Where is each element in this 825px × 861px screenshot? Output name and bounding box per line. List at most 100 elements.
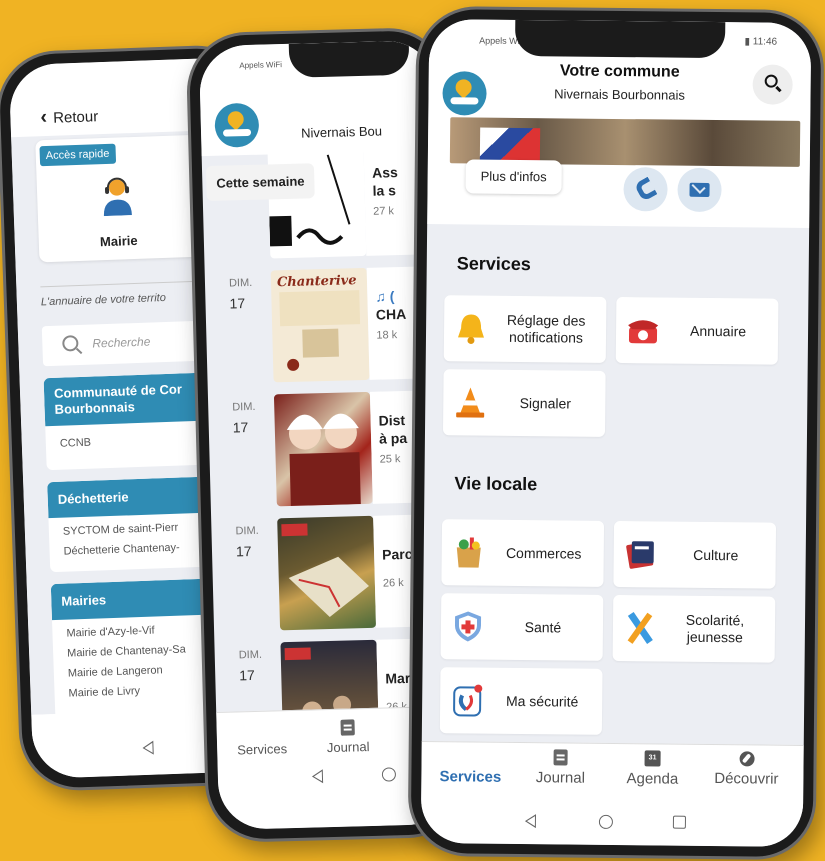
event-distance: 18 k: [376, 329, 398, 342]
event-date: 17: [232, 419, 249, 436]
directory-title: L'annuaire de votre territo: [40, 291, 167, 309]
calendar-icon: 31: [644, 750, 661, 767]
more-info-button[interactable]: Plus d'infos: [465, 159, 562, 195]
traffic-cone-icon: [456, 387, 485, 418]
document-icon: [553, 749, 568, 766]
header-subtitle: Nivernais Bou: [300, 123, 383, 141]
grid-icon: [463, 748, 479, 764]
tile-label: Commerces: [505, 544, 582, 562]
event-thumbnail: [277, 515, 377, 631]
section-title-services: Services: [456, 253, 531, 275]
status-time: ▮ 11:46: [744, 36, 778, 48]
nav-label: Agenda: [626, 770, 679, 788]
back-label: Retour: [52, 108, 99, 127]
tile-commerces[interactable]: Commerces: [441, 519, 605, 587]
tile-signaler[interactable]: Signaler: [442, 369, 606, 437]
emergency-call-icon: [453, 684, 483, 717]
status-carrier: Appels WiFi: [239, 60, 283, 71]
nav-label: Services: [439, 768, 502, 786]
grid-icon: [253, 722, 269, 738]
search-button[interactable]: [752, 64, 793, 105]
app-header: Appels WiFi ▮ 11:46 Votre commune Nivern…: [427, 19, 812, 229]
event-item[interactable]: DIM. 17 Chanterive ♫ (CHA 18 k: [205, 265, 444, 386]
app-logo-icon: [214, 102, 260, 148]
back-nav-icon[interactable]: [524, 814, 537, 829]
search-icon: [62, 335, 79, 352]
nav-label: Services: [237, 741, 288, 758]
book-icon: [626, 541, 654, 569]
event-distance: 27 k: [373, 205, 395, 218]
event-day: DIM.: [235, 524, 259, 538]
tile-label: Scolarité, jeunesse: [685, 611, 745, 646]
phone-icon: [633, 176, 658, 202]
event-title: Parc: [381, 545, 413, 563]
nav-journal[interactable]: Journal: [525, 749, 595, 787]
email-button[interactable]: [677, 167, 722, 213]
notch: [514, 19, 726, 59]
event-title: ♫ (CHA: [375, 288, 407, 323]
nav-services[interactable]: Services: [226, 721, 297, 758]
phone-front-screen: Appels WiFi ▮ 11:46 Votre commune Nivern…: [420, 19, 812, 847]
tile-sante[interactable]: Santé: [440, 593, 604, 661]
tile-label: Signaler: [519, 394, 572, 412]
telephone-icon: [628, 320, 659, 344]
health-shield-icon: [454, 611, 482, 642]
back-nav-icon[interactable]: [142, 740, 154, 756]
search-placeholder: Recherche: [92, 334, 151, 351]
chevron-left-icon: ‹: [40, 105, 48, 129]
home-nav-icon[interactable]: [598, 814, 613, 829]
tile-label: Ma sécurité: [505, 692, 579, 710]
tile-label: Culture: [693, 546, 739, 563]
event-distance: 25 k: [379, 453, 401, 466]
tile-scolarite[interactable]: Scolarité, jeunesse: [612, 594, 776, 663]
nav-decouvrir[interactable]: Découvrir: [703, 751, 789, 788]
week-tab[interactable]: Cette semaine: [205, 163, 315, 202]
search-icon: [764, 74, 778, 88]
home-nav-icon[interactable]: [381, 767, 397, 782]
event-distance: 26 k: [382, 577, 404, 590]
nav-services[interactable]: Services: [435, 748, 505, 786]
event-title: Mar: [385, 669, 411, 687]
system-nav-bar: [421, 809, 803, 837]
mail-icon: [689, 182, 710, 197]
grocery-bag-icon: [456, 537, 481, 568]
event-thumbnail: [267, 143, 367, 259]
event-date: 17: [239, 666, 256, 684]
event-thumbnail: [273, 391, 373, 507]
tile-notifications[interactable]: Réglage des notifications: [443, 295, 607, 363]
event-day: DIM.: [228, 276, 253, 290]
tile-culture[interactable]: Culture: [613, 520, 777, 589]
event-item[interactable]: Ass la s 27 k: [201, 142, 441, 262]
notch: [288, 40, 410, 78]
back-button[interactable]: ‹ Retour: [40, 104, 98, 129]
document-icon: [340, 719, 355, 736]
back-nav-icon[interactable]: [311, 769, 324, 784]
event-date: 17: [229, 295, 246, 312]
tile-annuaire[interactable]: Annuaire: [615, 296, 779, 365]
nav-agenda[interactable]: 31 Agenda: [617, 750, 687, 788]
call-button[interactable]: [623, 167, 668, 212]
event-day: DIM.: [238, 648, 263, 662]
tile-label: Santé: [524, 618, 562, 635]
pencil-ruler-icon: [627, 611, 653, 644]
tile-securite[interactable]: Ma sécurité: [439, 667, 603, 735]
quick-access-label: Mairie: [99, 232, 138, 250]
event-thumbnail: Chanterive: [270, 267, 370, 383]
compass-icon: [739, 751, 755, 767]
event-day: DIM.: [232, 400, 256, 414]
event-date: 17: [235, 543, 252, 560]
phone-front: Appels WiFi ▮ 11:46 Votre commune Nivern…: [407, 5, 825, 861]
tile-label: Réglage des notifications: [506, 311, 586, 346]
support-agent-icon: [103, 177, 132, 217]
quick-access-card[interactable]: Accès rapide Mairie: [35, 134, 200, 263]
nav-label: Journal: [326, 738, 370, 756]
bell-icon: [457, 314, 484, 344]
nav-journal[interactable]: Journal: [312, 719, 383, 756]
svg-text:Chanterive: Chanterive: [277, 273, 357, 290]
section-title-vie-locale: Vie locale: [454, 473, 538, 495]
nav-label: Journal: [535, 769, 586, 787]
recents-nav-icon[interactable]: [672, 815, 686, 829]
quick-access-badge: Accès rapide: [39, 143, 116, 167]
bottom-nav: Services Journal 31 Agenda Découvrir: [420, 740, 804, 847]
app-header: Appels WiFi Nivernais Bou: [198, 40, 438, 157]
